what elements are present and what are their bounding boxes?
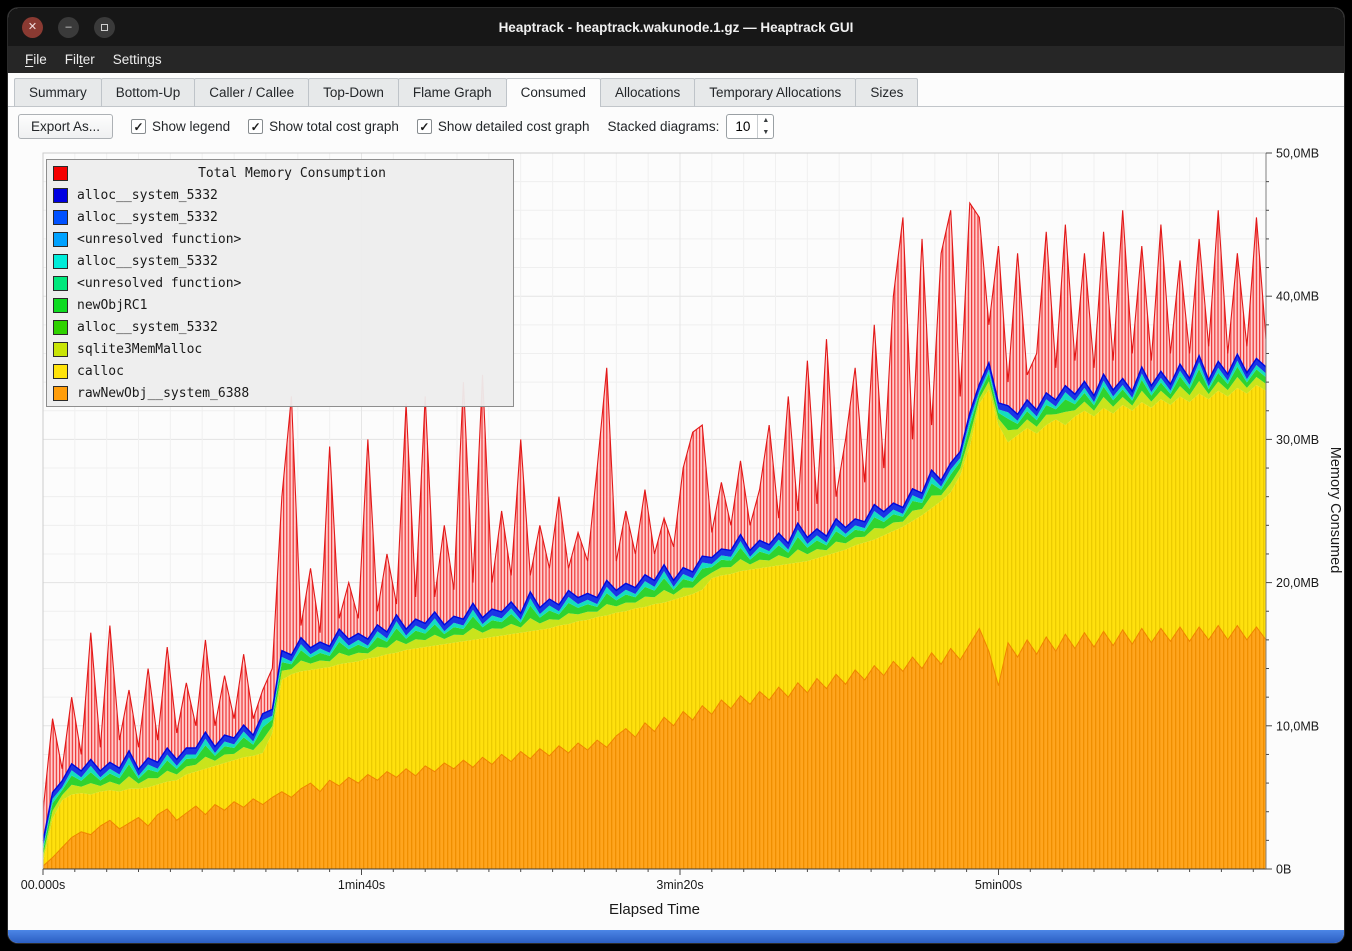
export-as-button[interactable]: Export As...: [18, 114, 113, 139]
legend-swatch: [53, 232, 68, 247]
checkbox-label: Show total cost graph: [269, 119, 399, 134]
legend-item-label: calloc: [77, 364, 124, 379]
menu-file[interactable]: File: [16, 48, 56, 71]
legend-item: newObjRC1: [47, 294, 513, 316]
tab-bar: SummaryBottom-UpCaller / CalleeTop-DownF…: [8, 73, 1344, 107]
legend-swatch: [53, 298, 68, 313]
legend-item-label: alloc__system_5332: [77, 254, 218, 269]
svg-text:30,0MB: 30,0MB: [1276, 433, 1319, 447]
tab-allocations[interactable]: Allocations: [600, 78, 695, 107]
spinbox-buttons: ▲ ▼: [757, 115, 773, 138]
svg-text:50,0MB: 50,0MB: [1276, 147, 1319, 161]
svg-text:40,0MB: 40,0MB: [1276, 290, 1319, 304]
spinbox-value[interactable]: 10: [727, 115, 757, 138]
spinbox-down-icon[interactable]: ▼: [758, 127, 773, 139]
svg-text:00.000s: 00.000s: [21, 878, 65, 892]
checkbox-show-legend[interactable]: ✓ Show legend: [131, 119, 230, 134]
maximize-button[interactable]: [94, 17, 115, 38]
tab-bottom-up[interactable]: Bottom-Up: [101, 78, 196, 107]
legend-swatch: [53, 386, 68, 401]
legend-item-label: alloc__system_5332: [77, 320, 218, 335]
svg-text:10,0MB: 10,0MB: [1276, 719, 1319, 733]
legend-title-row: Total Memory Consumption: [47, 162, 513, 184]
spinbox-up-icon[interactable]: ▲: [758, 115, 773, 127]
tab-temporary-allocations[interactable]: Temporary Allocations: [694, 78, 856, 107]
svg-text:5min00s: 5min00s: [975, 878, 1022, 892]
legend-item: <unresolved function>: [47, 272, 513, 294]
menu-settings[interactable]: Settings: [104, 48, 171, 71]
stacked-diagrams-label: Stacked diagrams:: [608, 119, 720, 134]
x-axis-title: Elapsed Time: [43, 901, 1266, 918]
tab-summary[interactable]: Summary: [14, 78, 102, 107]
legend-item-label: newObjRC1: [77, 298, 147, 313]
legend-item: rawNewObj__system_6388: [47, 382, 513, 404]
legend-item-label: rawNewObj__system_6388: [77, 386, 249, 401]
tab-consumed[interactable]: Consumed: [506, 78, 601, 107]
y-axis-title: Memory Consumed: [1327, 447, 1343, 574]
legend-item: alloc__system_5332: [47, 316, 513, 338]
legend-item: sqlite3MemMalloc: [47, 338, 513, 360]
chart-area: 00.000s 1min40s 3min20s 5min00s 0B 10,0MB 20,0…: [8, 145, 1344, 930]
checkbox-show-detailed-cost-graph[interactable]: ✓ Show detailed cost graph: [417, 119, 590, 134]
legend-title: Total Memory Consumption: [77, 166, 507, 181]
tab-sizes[interactable]: Sizes: [855, 78, 918, 107]
legend-swatch: [53, 254, 68, 269]
tab-flame-graph[interactable]: Flame Graph: [398, 78, 507, 107]
chart-legend: Total Memory Consumption alloc__system_5…: [46, 159, 514, 407]
svg-text:3min20s: 3min20s: [656, 878, 703, 892]
titlebar[interactable]: ✕ – Heaptrack - heaptrack.wakunode.1.gz …: [8, 8, 1344, 46]
legend-item: alloc__system_5332: [47, 206, 513, 228]
legend-swatch: [53, 210, 68, 225]
legend-item: alloc__system_5332: [47, 184, 513, 206]
checkbox-group: ✓ Show legend ✓ Show total cost graph ✓ Show …: [131, 119, 590, 134]
legend-item: alloc__system_5332: [47, 250, 513, 272]
legend-swatch: [53, 342, 68, 357]
check-icon: ✓: [419, 121, 429, 133]
checkbox-show-total-cost-graph[interactable]: ✓ Show total cost graph: [248, 119, 399, 134]
svg-text:20,0MB: 20,0MB: [1276, 576, 1319, 590]
legend-item-label: alloc__system_5332: [77, 188, 218, 203]
minimize-icon: –: [65, 22, 71, 33]
menu-filter[interactable]: Filter: [56, 48, 104, 71]
stacked-diagrams-spinbox[interactable]: 10 ▲ ▼: [726, 114, 774, 139]
checkbox-label: Show legend: [152, 119, 230, 134]
maximize-icon: [101, 24, 108, 31]
check-icon: ✓: [251, 121, 261, 133]
legend-item: <unresolved function>: [47, 228, 513, 250]
legend-swatch: [53, 188, 68, 203]
chart-range-scrollbar[interactable]: [8, 930, 1344, 943]
legend-item-label: <unresolved function>: [77, 232, 241, 247]
legend-swatch: [53, 320, 68, 335]
legend-item-label: alloc__system_5332: [77, 210, 218, 225]
close-button[interactable]: ✕: [22, 17, 43, 38]
checkbox-box[interactable]: ✓: [131, 119, 146, 134]
tab-top-down[interactable]: Top-Down: [308, 78, 399, 107]
checkbox-label: Show detailed cost graph: [438, 119, 590, 134]
toolbar: Export As... ✓ Show legend ✓ Show total cos…: [8, 107, 1344, 145]
svg-text:0B: 0B: [1276, 863, 1291, 877]
legend-swatch: [53, 364, 68, 379]
legend-item-label: <unresolved function>: [77, 276, 241, 291]
minimize-button[interactable]: –: [58, 17, 79, 38]
window-title: Heaptrack - heaptrack.wakunode.1.gz — He…: [499, 20, 854, 35]
legend-swatch-total: [53, 166, 68, 181]
checkbox-box[interactable]: ✓: [417, 119, 432, 134]
legend-item: calloc: [47, 360, 513, 382]
check-icon: ✓: [134, 121, 144, 133]
stacked-diagrams-group: Stacked diagrams: 10 ▲ ▼: [608, 114, 775, 139]
legend-item-label: sqlite3MemMalloc: [77, 342, 202, 357]
tab-caller-callee[interactable]: Caller / Callee: [194, 78, 309, 107]
close-icon: ✕: [28, 22, 37, 33]
svg-text:1min40s: 1min40s: [338, 878, 385, 892]
checkbox-box[interactable]: ✓: [248, 119, 263, 134]
legend-swatch: [53, 276, 68, 291]
window-controls: ✕ –: [22, 8, 115, 46]
app-window: ✕ – Heaptrack - heaptrack.wakunode.1.gz …: [8, 8, 1344, 943]
menubar: FileFilterSettings: [8, 46, 1344, 73]
